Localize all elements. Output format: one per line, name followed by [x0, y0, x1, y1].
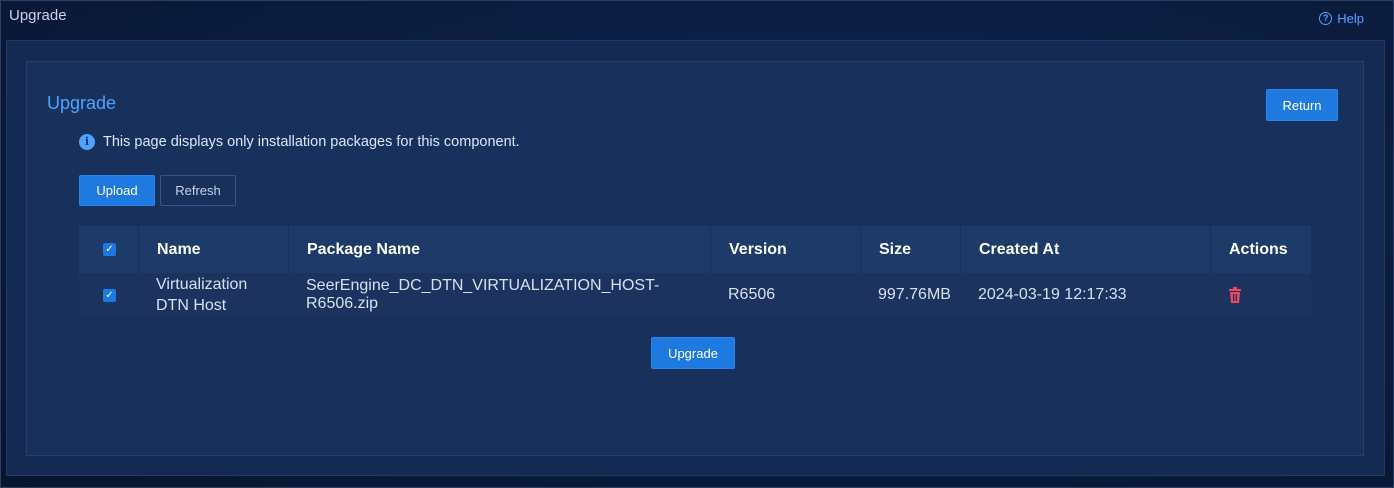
row-checkbox[interactable]: ✓ [103, 288, 116, 302]
section-title: Upgrade [47, 93, 117, 113]
column-header-size[interactable]: Size [860, 226, 960, 273]
column-header-name[interactable]: Name [138, 226, 288, 273]
info-notice: i This page displays only installation p… [79, 134, 520, 150]
row-package-name: SeerEngine_DC_DTN_VIRTUALIZATION_HOST-R6… [306, 277, 660, 312]
row-created-at: 2024-03-19 12:17:33 [978, 286, 1127, 303]
column-header-actions: Actions [1210, 226, 1311, 273]
packages-table: ✓ Name Package Name Version Size Created… [79, 226, 1311, 317]
page-title: Upgrade [9, 7, 67, 24]
help-link[interactable]: ? Help [1319, 11, 1364, 26]
trash-icon[interactable] [1228, 287, 1242, 303]
return-button[interactable]: Return [1266, 89, 1338, 121]
column-header-package-name[interactable]: Package Name [288, 226, 710, 273]
upgrade-button[interactable]: Upgrade [651, 337, 735, 369]
upload-button[interactable]: Upload [79, 175, 155, 206]
row-name: Virtualization DTN Host [156, 276, 248, 314]
question-circle-icon: ? [1319, 12, 1333, 25]
row-actions [1210, 273, 1311, 317]
header-select-cell: ✓ [79, 226, 138, 273]
refresh-button[interactable]: Refresh [160, 175, 236, 206]
info-icon: i [79, 134, 95, 150]
help-label: Help [1337, 11, 1364, 26]
notice-text: This page displays only installation pac… [103, 134, 520, 150]
row-version: R6506 [728, 286, 776, 303]
row-size: 997.76MB [878, 286, 951, 303]
select-all-checkbox[interactable]: ✓ [103, 243, 116, 256]
column-header-version[interactable]: Version [710, 226, 860, 273]
row-select-cell: ✓ [79, 273, 138, 317]
column-header-created-at[interactable]: Created At [960, 226, 1210, 273]
